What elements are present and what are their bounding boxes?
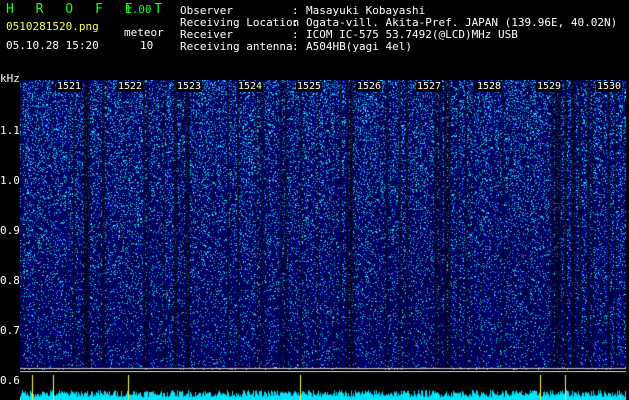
location-label: Receiving Location xyxy=(180,16,300,29)
minute-1528: 1528 xyxy=(476,81,503,92)
location-value: Ogata-vill. Akita-Pref. JAPAN (139.96E, … xyxy=(306,16,618,29)
ytick-1.0: 1.0 xyxy=(0,174,20,187)
antenna-label: Receiving antenna xyxy=(180,40,293,53)
file-name: 0510281520.png xyxy=(6,20,99,33)
observer-value: Masayuki Kobayashi xyxy=(306,4,426,17)
minute-1530: 1530 xyxy=(596,81,623,92)
hrofft-screen: { "app": { "name": "H R O F F T", "versi… xyxy=(0,0,629,400)
ytick-0.8: 0.8 xyxy=(0,274,20,287)
minute-1526: 1526 xyxy=(356,81,383,92)
ytick-0.7: 0.7 xyxy=(0,324,20,337)
receiver-value: ICOM IC-575 53.7492(@LCD)MHz USB xyxy=(306,28,518,41)
meteor-label: meteor xyxy=(124,26,164,39)
ytick-0.9: 0.9 xyxy=(0,224,20,237)
minute-1524: 1524 xyxy=(237,81,264,92)
minute-1527: 1527 xyxy=(416,81,443,92)
axis-unit: kHz xyxy=(0,72,20,85)
minute-1521: 1521 xyxy=(56,81,83,92)
ytick-0.6: 0.6 xyxy=(0,374,20,387)
ytick-1.1: 1.1 xyxy=(0,124,20,137)
file-datetime: 05.10.28 15:20 xyxy=(6,39,99,52)
minute-1522: 1522 xyxy=(117,81,144,92)
minute-1523: 1523 xyxy=(176,81,203,92)
receiver-label: Receiver xyxy=(180,28,233,41)
antenna-value: A504HB(yagi 4el) xyxy=(306,40,412,53)
app-version: 1.00 xyxy=(125,3,152,16)
observer-label: Observer xyxy=(180,4,233,17)
minute-1529: 1529 xyxy=(536,81,563,92)
signal-timeline xyxy=(20,371,626,400)
meteor-count: 10 xyxy=(140,39,154,52)
spectrogram xyxy=(20,80,626,370)
minute-1525: 1525 xyxy=(296,81,323,92)
